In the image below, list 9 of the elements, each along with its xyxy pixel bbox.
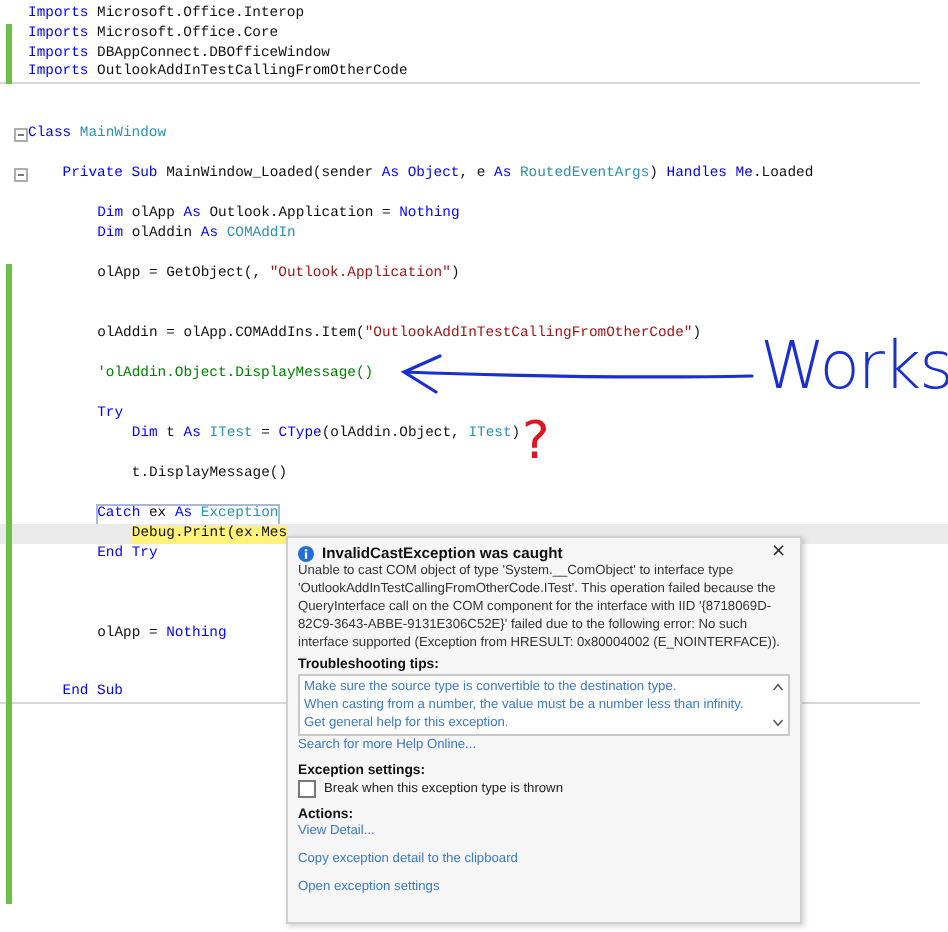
- close-button[interactable]: ×: [766, 544, 790, 562]
- question-mark: ?: [522, 412, 550, 472]
- info-icon: [298, 545, 314, 561]
- collapse-icon[interactable]: [14, 167, 28, 181]
- scroll-down-icon[interactable]: [772, 717, 784, 728]
- checkbox[interactable]: [298, 779, 316, 798]
- handwritten-note: Works: [760, 326, 948, 404]
- collapse-icon[interactable]: [14, 127, 28, 141]
- scroll-up-icon[interactable]: [772, 681, 784, 692]
